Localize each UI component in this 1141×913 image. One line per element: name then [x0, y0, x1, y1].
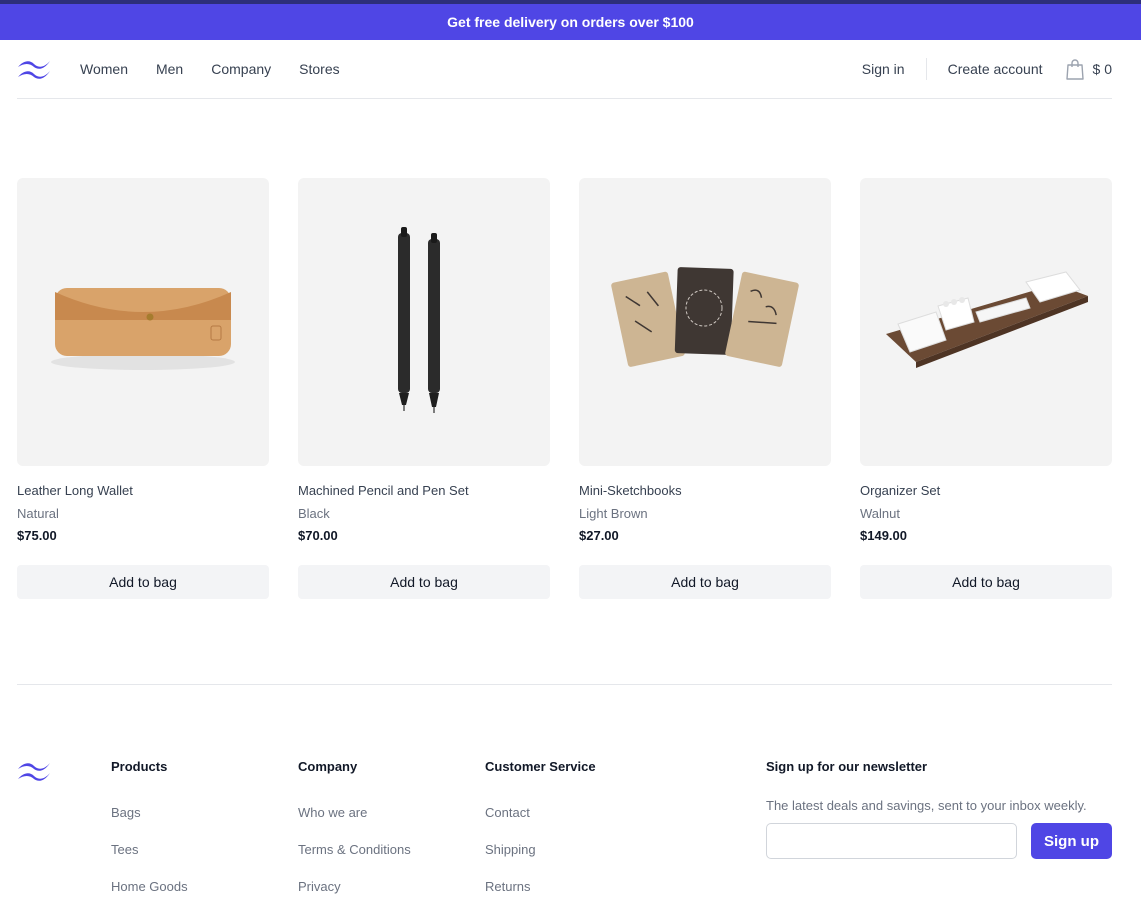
product-color: Walnut — [860, 506, 900, 521]
product-image[interactable] — [860, 178, 1112, 466]
footer-link[interactable]: Home Goods — [111, 879, 188, 894]
footer-link[interactable]: Shipping — [485, 842, 596, 857]
product-card[interactable]: Machined Pencil and Pen Set Black $70.00… — [298, 178, 550, 599]
product-image[interactable] — [579, 178, 831, 466]
footer-column-products: Products Bags Tees Home Goods — [111, 759, 188, 894]
shopping-bag-icon — [1065, 59, 1084, 80]
pen-set-icon — [398, 227, 440, 413]
brand-logo-icon[interactable] — [17, 58, 51, 80]
header-separator — [925, 58, 927, 80]
footer-column-title: Company — [298, 759, 358, 774]
product-price: $149.00 — [860, 528, 907, 543]
footer-link[interactable]: Returns — [485, 879, 596, 894]
newsletter-title: Sign up for our newsletter — [766, 759, 928, 774]
newsletter-form: Sign up — [766, 823, 1112, 859]
product-color: Black — [298, 506, 330, 521]
nav-item-women[interactable]: Women — [80, 61, 128, 77]
main-nav: Women Men Company Stores — [80, 40, 368, 98]
footer-logo-icon[interactable] — [17, 760, 51, 782]
add-to-bag-button[interactable]: Add to bag — [17, 565, 269, 599]
product-image[interactable] — [17, 178, 269, 466]
nav-item-men[interactable]: Men — [156, 61, 183, 77]
newsletter-description: The latest deals and savings, sent to yo… — [766, 798, 1087, 813]
create-account-link[interactable]: Create account — [948, 61, 1043, 77]
product-price: $70.00 — [298, 528, 338, 543]
newsletter-section: Sign up for our newsletter The latest de… — [766, 759, 1112, 859]
cart-button[interactable]: $ 0 — [1065, 58, 1112, 80]
promo-text: Get free delivery on orders over $100 — [447, 14, 694, 30]
footer-link[interactable]: Who we are — [298, 805, 411, 820]
product-name[interactable]: Leather Long Wallet — [17, 483, 269, 498]
promo-banner: Get free delivery on orders over $100 — [0, 4, 1141, 40]
newsletter-email-input[interactable] — [766, 823, 1017, 859]
footer-link[interactable]: Contact — [485, 805, 596, 820]
footer-link[interactable]: Terms & Conditions — [298, 842, 411, 857]
footer-link[interactable]: Privacy — [298, 879, 411, 894]
product-price: $75.00 — [17, 528, 57, 543]
footer-link[interactable]: Tees — [111, 842, 188, 857]
product-name[interactable]: Machined Pencil and Pen Set — [298, 483, 550, 498]
footer-divider — [17, 684, 1112, 685]
footer-column-customer-service: Customer Service Contact Shipping Return… — [485, 759, 596, 894]
product-name[interactable]: Mini-Sketchbooks — [579, 483, 831, 498]
add-to-bag-button[interactable]: Add to bag — [579, 565, 831, 599]
product-card[interactable]: Mini-Sketchbooks Light Brown $27.00 Add … — [579, 178, 831, 599]
sketchbooks-icon — [611, 267, 799, 367]
cart-total: $ 0 — [1092, 61, 1112, 77]
product-image[interactable] — [298, 178, 550, 466]
sign-up-button[interactable]: Sign up — [1031, 823, 1112, 859]
organizer-icon — [886, 271, 1088, 368]
add-to-bag-button[interactable]: Add to bag — [298, 565, 550, 599]
nav-item-stores[interactable]: Stores — [299, 61, 339, 77]
wallet-icon — [51, 288, 235, 370]
nav-item-company[interactable]: Company — [211, 61, 271, 77]
product-card[interactable]: Leather Long Wallet Natural $75.00 Add t… — [17, 178, 269, 599]
site-header: Women Men Company Stores Sign in Create … — [17, 40, 1112, 99]
footer-link[interactable]: Bags — [111, 805, 188, 820]
product-price: $27.00 — [579, 528, 619, 543]
footer-column-title: Customer Service — [485, 759, 596, 774]
footer-column-title: Products — [111, 759, 168, 774]
add-to-bag-button[interactable]: Add to bag — [860, 565, 1112, 599]
product-color: Natural — [17, 506, 59, 521]
account-area: Sign in Create account $ 0 — [862, 40, 1112, 98]
sign-in-link[interactable]: Sign in — [862, 61, 905, 77]
product-name[interactable]: Organizer Set — [860, 483, 1112, 498]
product-card[interactable]: Organizer Set Walnut $149.00 Add to bag — [860, 178, 1112, 599]
product-color: Light Brown — [579, 506, 648, 521]
product-grid: Leather Long Wallet Natural $75.00 Add t… — [17, 178, 1112, 599]
footer-column-company: Company Who we are Terms & Conditions Pr… — [298, 759, 411, 894]
